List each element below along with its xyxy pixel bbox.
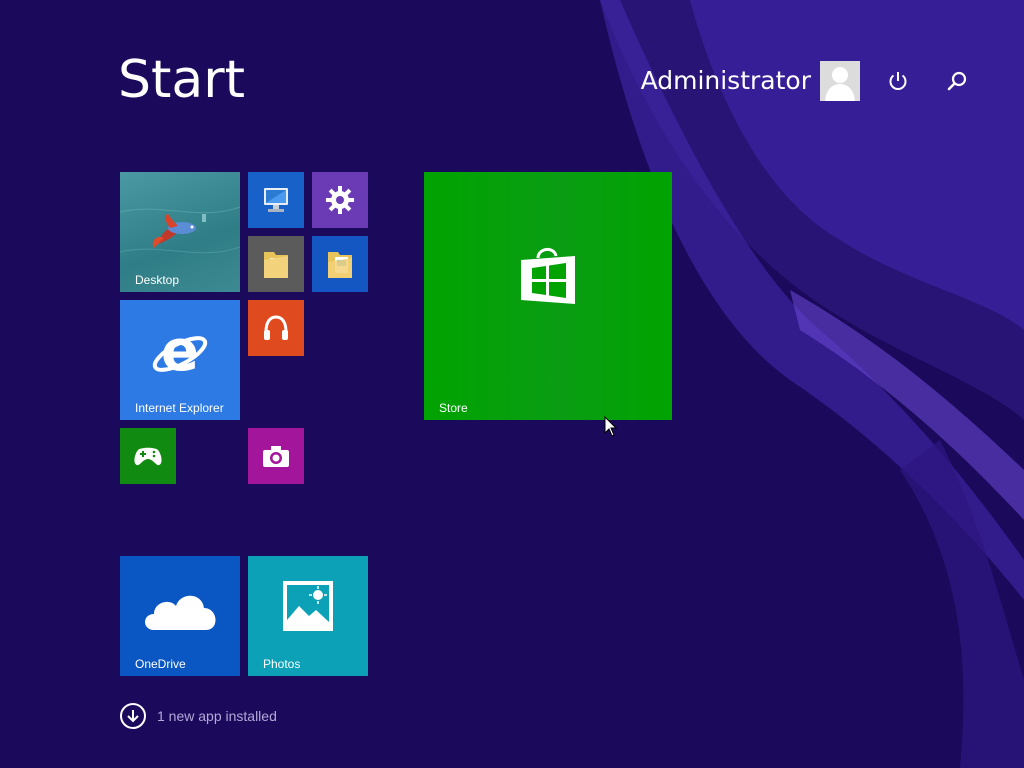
arrow-down-circle-icon	[120, 703, 146, 729]
tile-onedrive[interactable]: OneDrive	[120, 556, 240, 676]
camera-icon	[263, 446, 289, 467]
new-app-notification[interactable]: 1 new app installed	[120, 701, 277, 731]
notification-text: 1 new app installed	[157, 708, 277, 724]
search-icon	[947, 71, 967, 91]
folder-document-icon	[328, 252, 352, 278]
folder-icon	[264, 252, 288, 278]
tile-documents[interactable]	[312, 236, 368, 292]
internet-explorer-icon: e	[152, 320, 208, 384]
computer-icon	[264, 188, 288, 212]
tile-label: Desktop	[135, 273, 180, 287]
store-bag-icon	[521, 248, 575, 304]
tile-desktop[interactable]: Desktop	[120, 172, 240, 292]
tile-photos[interactable]: Photos	[248, 556, 368, 676]
power-button[interactable]	[882, 65, 914, 97]
tile-label: Internet Explorer	[135, 401, 224, 415]
search-button[interactable]	[941, 65, 973, 97]
photo-landscape-icon	[283, 581, 333, 631]
tile-internet-explorer[interactable]: e Internet Explorer	[120, 300, 240, 420]
tile-music[interactable]	[248, 300, 304, 356]
mouse-cursor-icon	[604, 416, 618, 437]
tile-games[interactable]	[120, 428, 176, 484]
gear-icon	[326, 186, 354, 214]
user-name[interactable]: Administrator	[641, 64, 811, 98]
tile-label: Photos	[263, 657, 301, 671]
headphones-icon	[264, 315, 288, 340]
tile-file-explorer[interactable]	[248, 236, 304, 292]
user-avatar-icon[interactable]	[820, 61, 860, 101]
tile-camera[interactable]	[248, 428, 304, 484]
tile-settings[interactable]	[312, 172, 368, 228]
page-title: Start	[118, 50, 246, 110]
tile-label: OneDrive	[135, 657, 186, 671]
tile-store[interactable]: Store	[424, 172, 672, 420]
cloud-icon	[145, 595, 216, 630]
power-icon	[889, 72, 907, 90]
tile-label: Store	[439, 401, 468, 415]
game-controller-icon	[134, 447, 162, 466]
tile-this-pc[interactable]	[248, 172, 304, 228]
